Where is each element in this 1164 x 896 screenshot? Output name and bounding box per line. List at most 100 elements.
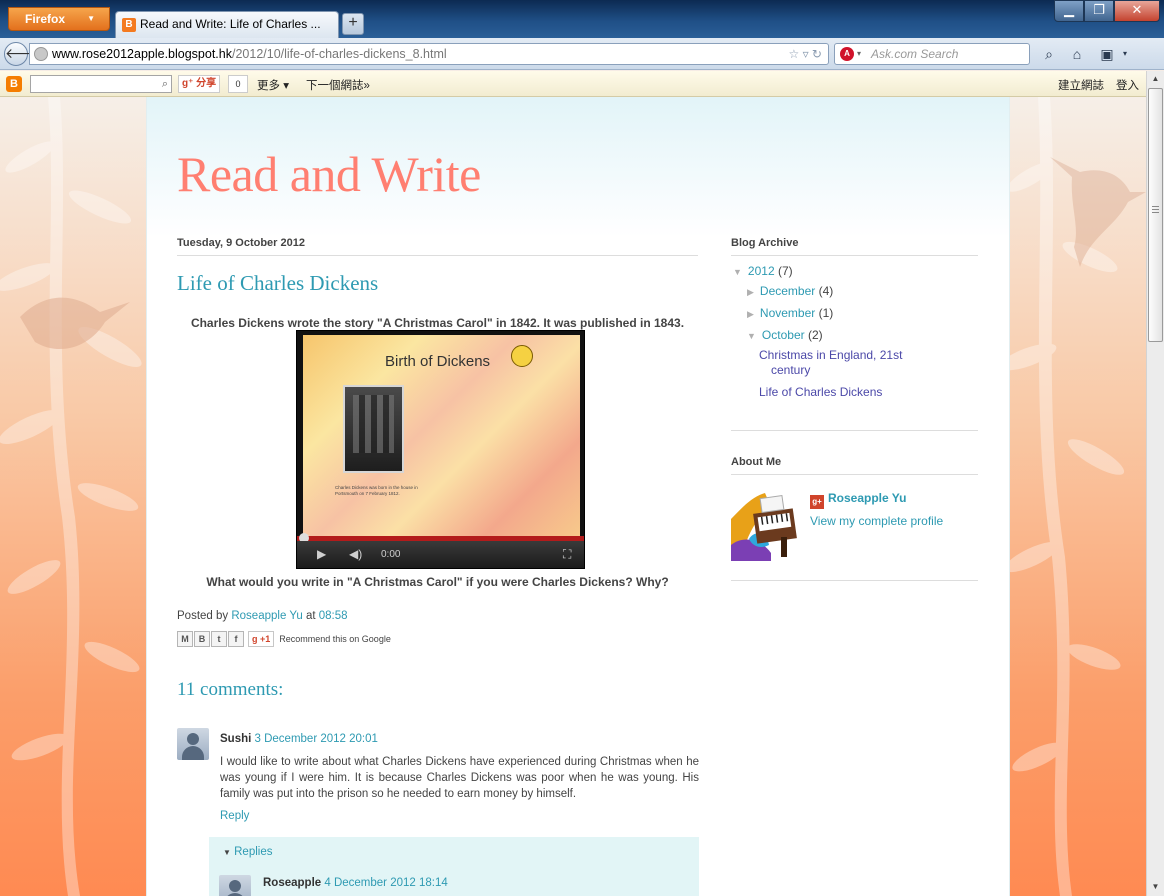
hummingbird-decoration <box>1010 97 1146 896</box>
fern-decoration <box>0 97 142 896</box>
site-identity-icon[interactable] <box>34 47 48 61</box>
email-share-icon[interactable]: M <box>177 631 193 647</box>
chevron-down-icon[interactable]: ▾ <box>857 44 861 64</box>
tab-title: Read and Write: Life of Charles ... <box>140 17 321 31</box>
archive-year-count: (7) <box>777 264 793 278</box>
blog-search-input[interactable]: ⌕ <box>30 75 172 93</box>
play-icon[interactable]: ▶ <box>317 547 326 561</box>
tab-read-and-write[interactable]: B Read and Write: Life of Charles ... <box>115 11 339 38</box>
maximize-button[interactable]: ❐ <box>1084 0 1114 22</box>
bookmark-star-icon[interactable]: ☆ ▿ ↻ <box>788 44 822 64</box>
archive-post-title[interactable]: Christmas in England, 21st century <box>759 348 929 378</box>
author-link[interactable]: Roseapple Yu <box>231 610 302 622</box>
archive-post-link[interactable]: Life of Charles Dickens <box>759 385 882 400</box>
address-bar[interactable]: www.rose2012apple.blogspot.hk/2012/10/li… <box>29 43 829 65</box>
chevron-down-icon[interactable]: ▾ <box>1116 46 1134 64</box>
reply-author[interactable]: Roseapple <box>263 877 321 889</box>
video-player[interactable]: Birth of Dickens Charles Dickens was bor… <box>296 330 585 569</box>
blogthis-icon[interactable]: B <box>194 631 210 647</box>
post-question: What would you write in "A Christmas Car… <box>206 575 669 589</box>
at-label: at <box>305 610 316 622</box>
post-intro: Charles Dickens wrote the story "A Chris… <box>190 316 685 330</box>
archive-month-count: (2) <box>807 328 823 342</box>
caret-down-icon[interactable]: ▼ <box>747 331 756 341</box>
next-blog-link[interactable]: 下一個網誌» <box>306 77 370 93</box>
profile-name[interactable]: g+ Roseapple Yu <box>810 491 906 509</box>
archive-month-october[interactable]: ▼ October (2) <box>747 328 823 342</box>
caret-down-icon[interactable]: ▼ <box>733 267 742 277</box>
gplus-share-button[interactable]: g⁺ 分享 <box>178 75 221 93</box>
firefox-menu-button[interactable]: Firefox ▼ <box>8 7 110 31</box>
archive-month-count: (4) <box>818 284 834 298</box>
firefox-menu-label: Firefox <box>25 12 66 26</box>
sidebar-divider <box>731 430 978 431</box>
plus-one-label: +1 <box>260 634 271 644</box>
home-icon[interactable]: ⌂ <box>1068 46 1086 64</box>
archive-post-link[interactable]: Christmas in England, 21st century <box>759 348 929 378</box>
profile-picture[interactable] <box>731 489 803 561</box>
bookmarks-menu-icon[interactable]: ▣ <box>1098 46 1116 64</box>
reply-date-link[interactable]: 4 December 2012 18:14 <box>324 877 447 889</box>
facebook-share-icon[interactable]: f <box>228 631 244 647</box>
search-bar[interactable]: A ▾ Ask.com Search <box>834 43 1030 65</box>
scroll-down-arrow-icon[interactable]: ▼ <box>1147 879 1164 895</box>
archive-year-2012[interactable]: ▼ 2012 (7) <box>733 264 793 278</box>
comment-date-link[interactable]: 3 December 2012 20:01 <box>255 733 378 745</box>
reply-link[interactable]: Reply <box>220 810 249 822</box>
back-button[interactable]: 🡐 <box>4 42 43 66</box>
url-path: /2012/10/life-of-charles-dickens_8.html <box>231 47 447 61</box>
profile-name-label[interactable]: Roseapple Yu <box>828 491 906 505</box>
archive-month-december[interactable]: ▶ December (4) <box>747 284 833 298</box>
avatar[interactable] <box>177 728 209 760</box>
scrollbar-thumb[interactable] <box>1148 88 1163 342</box>
caret-right-icon[interactable]: ▶ <box>747 309 754 319</box>
search-icon[interactable]: ⌕ <box>162 76 168 92</box>
archive-month-label[interactable]: December <box>760 284 815 298</box>
new-tab-button[interactable]: + <box>342 13 364 35</box>
post-time-link[interactable]: 08:58 <box>319 610 348 622</box>
fullscreen-icon[interactable]: ⛶ <box>563 547 571 562</box>
minimize-button[interactable]: ▁ <box>1054 0 1084 22</box>
plus-one-button[interactable]: g +1 <box>248 631 275 647</box>
search-icon[interactable]: ⌕ <box>1040 46 1058 64</box>
replies-toggle[interactable]: ▼ Replies <box>223 846 272 858</box>
archive-month-november[interactable]: ▶ November (1) <box>747 306 833 320</box>
video-time: 0:00 <box>381 549 401 560</box>
create-blog-link[interactable]: 建立網誌 <box>1058 77 1104 93</box>
blogger-favicon-icon: B <box>122 18 136 32</box>
archive-month-label[interactable]: November <box>760 306 815 320</box>
close-window-button[interactable]: ✕ <box>1114 0 1160 22</box>
blog-main-column: Read and Write Tuesday, 9 October 2012 L… <box>146 97 1010 896</box>
post-date: Tuesday, 9 October 2012 <box>177 237 698 256</box>
archive-year-label[interactable]: 2012 <box>748 264 775 278</box>
ask-engine-icon[interactable]: A <box>840 47 854 61</box>
twitter-share-icon[interactable]: t <box>211 631 227 647</box>
scroll-up-arrow-icon[interactable]: ▲ <box>1147 71 1164 87</box>
caret-right-icon[interactable]: ▶ <box>747 287 754 297</box>
about-me-heading: About Me <box>731 456 978 475</box>
replies-thread: ▼ Replies Roseapple 4 December 2012 18:1… <box>209 837 699 896</box>
comment-body: I would like to write about what Charles… <box>220 756 699 800</box>
avatar[interactable] <box>219 875 251 896</box>
blog-title[interactable]: Read and Write <box>177 145 481 203</box>
slide-title: Birth of Dickens <box>385 353 491 370</box>
chevron-down-icon: ▼ <box>87 14 95 23</box>
view-profile-link[interactable]: View my complete profile <box>810 514 943 528</box>
blogger-navbar: B ⌕ g⁺ 分享 0 更多 ▾ 下一個網誌» 建立網誌 登入 <box>0 71 1164 97</box>
google-plus-icon: g+ <box>810 495 824 509</box>
post-title[interactable]: Life of Charles Dickens <box>177 271 378 296</box>
volume-icon[interactable]: ◀) <box>349 547 362 561</box>
grip-icon <box>1152 206 1159 213</box>
comment-header: Sushi 3 December 2012 20:01 <box>220 733 378 745</box>
archive-month-label[interactable]: October <box>762 328 805 342</box>
share-label: 分享 <box>196 78 217 89</box>
video-frame[interactable]: Birth of Dickens Charles Dickens was bor… <box>303 335 580 536</box>
blogger-logo-icon[interactable]: B <box>6 76 22 92</box>
reply-header: Roseapple 4 December 2012 18:14 <box>263 877 448 889</box>
url-host: www.rose2012apple.blogspot.hk <box>52 47 232 61</box>
comment-author[interactable]: Sushi <box>220 733 251 745</box>
more-menu[interactable]: 更多 ▾ <box>257 77 289 93</box>
page-viewport: Read and Write Tuesday, 9 October 2012 L… <box>0 97 1146 896</box>
page-scrollbar[interactable]: ▲ ▼ <box>1146 71 1164 896</box>
sign-in-link[interactable]: 登入 <box>1116 77 1139 93</box>
